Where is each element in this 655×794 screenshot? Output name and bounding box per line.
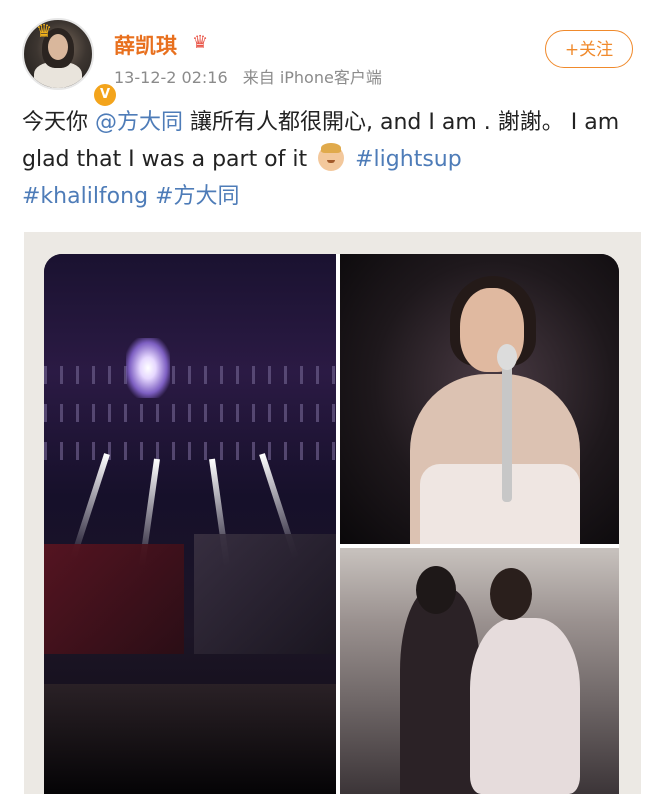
- performer-a-head: [416, 566, 456, 614]
- crowd: [44, 684, 336, 794]
- mention-link[interactable]: @方大同: [95, 110, 183, 135]
- member-badge-icon: ♛: [192, 32, 209, 53]
- stage-screen-right: [194, 534, 336, 654]
- crown-icon: ♛: [36, 21, 53, 42]
- hashtag-khalilfong[interactable]: #khalilfong: [22, 184, 148, 209]
- post-image[interactable]: [44, 254, 619, 794]
- performer-a: [400, 588, 480, 794]
- microphone: [497, 344, 517, 502]
- stage-truss: [44, 366, 336, 384]
- post-header: ♛ V 薛凯琪 ♛ 13-12-2 02:16 来自 iPhone客户端 +关注: [0, 0, 655, 108]
- source: 来自 iPhone客户端: [242, 68, 382, 87]
- singer-dress: [420, 464, 580, 544]
- post-text: 今天你 @方大同 讓所有人都很開心, and I am . 謝謝。 I am g…: [22, 104, 634, 215]
- hashtag-lightsup[interactable]: #lightsup: [355, 147, 462, 172]
- collage-divider: [336, 254, 340, 794]
- stage-truss: [44, 442, 336, 460]
- singer-closeup-photo: [340, 254, 619, 544]
- duet-photo: [340, 548, 619, 794]
- collage-divider: [340, 544, 619, 548]
- username[interactable]: 薛凯琪: [114, 30, 177, 60]
- performer-b: [470, 618, 580, 794]
- timestamp: 13-12-2 02:16: [114, 68, 228, 87]
- text-part1: 今天你: [22, 110, 95, 135]
- post-meta: 13-12-2 02:16 来自 iPhone客户端: [114, 64, 382, 88]
- star-light: [126, 338, 170, 398]
- stage-screen-left: [44, 544, 184, 654]
- performer-b-head: [490, 568, 532, 620]
- stage-truss: [44, 404, 336, 422]
- face-emoji-icon: [318, 143, 345, 171]
- avatar-image[interactable]: [22, 18, 94, 90]
- concert-stage-photo: [44, 254, 336, 794]
- follow-button[interactable]: +关注: [545, 30, 633, 68]
- avatar[interactable]: ♛ V: [22, 18, 118, 108]
- hashtag-fangdatong[interactable]: #方大同: [155, 184, 239, 209]
